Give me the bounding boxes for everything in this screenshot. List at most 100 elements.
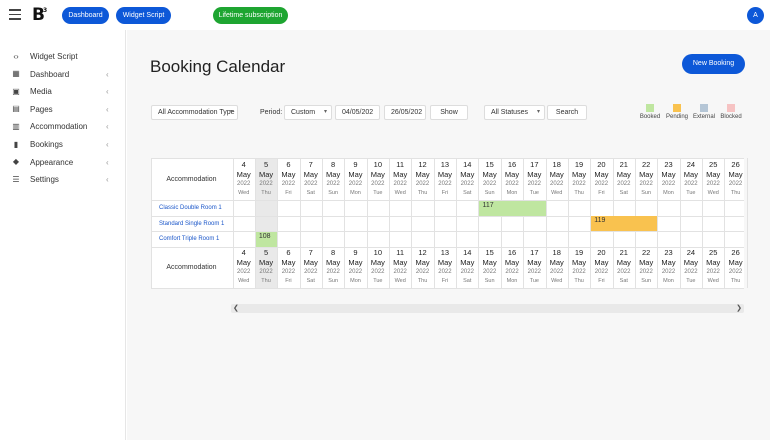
scroll-right-icon[interactable]: ❯ [736, 304, 742, 313]
sidebar-item-media[interactable]: ▣ Media ‹ [0, 83, 126, 100]
day-header-top: 25 May 2022 Wed [702, 160, 724, 198]
day-header-bottom: 11 May 2022 Wed [389, 248, 411, 286]
day-year: 2022 [304, 181, 318, 187]
day-header-top: 20 May 2022 Fri [590, 160, 612, 198]
day-number: 11 [396, 160, 405, 169]
day-number: 18 [552, 160, 561, 169]
scroll-left-icon[interactable]: ❮ [233, 304, 239, 313]
day-year: 2022 [326, 269, 340, 275]
chevron-left-icon: ‹ [106, 87, 109, 97]
date-to-input[interactable]: 26/05/202 [384, 105, 426, 120]
day-year: 2022 [460, 269, 474, 275]
sidebar-item-accommodation[interactable]: ▥ Accommodation ‹ [0, 118, 126, 135]
day-month: May [236, 258, 251, 267]
day-weekday: Tue [373, 190, 383, 196]
booking-block-119[interactable]: 119 [591, 216, 658, 231]
day-number: 19 [574, 160, 584, 169]
day-weekday: Thu [417, 190, 428, 196]
day-number: 13 [440, 248, 450, 257]
search-button[interactable]: Search [547, 105, 587, 120]
sidebar-item-pages[interactable]: ▤ Pages ‹ [0, 101, 126, 118]
day-header-top: 7 May 2022 Sat [300, 160, 322, 198]
sidebar-item-appearance[interactable]: ◆ Appearance ‹ [0, 154, 126, 171]
day-year: 2022 [281, 269, 296, 275]
day-number: 18 [552, 248, 561, 257]
day-weekday: Wed [707, 190, 719, 196]
day-month: May [482, 258, 497, 267]
day-weekday: Sat [463, 190, 472, 196]
day-number: 15 [485, 248, 494, 257]
room-name-link[interactable]: Standard Single Room 1 [159, 216, 224, 232]
date-from-input[interactable]: 04/05/202 [335, 105, 380, 120]
day-year: 2022 [415, 269, 430, 275]
day-number: 19 [574, 248, 584, 257]
hamburger-menu-icon[interactable] [9, 9, 21, 21]
chevron-left-icon: ‹ [106, 69, 109, 79]
user-avatar[interactable]: A [747, 7, 764, 24]
sidebar-item-bookings[interactable]: ▮ Bookings ‹ [0, 136, 126, 153]
day-month: May [683, 170, 698, 179]
day-header-bottom: 25 May 2022 Wed [702, 248, 724, 286]
room-name-link[interactable]: Classic Double Room 1 [159, 200, 222, 216]
day-weekday: Thu [730, 278, 741, 284]
day-weekday: Tue [529, 190, 539, 196]
day-number: 20 [597, 248, 606, 257]
day-header-bottom: 15 May 2022 Sun [478, 248, 500, 286]
day-month: May [549, 170, 564, 179]
widget-script-button[interactable]: Widget Script [116, 7, 171, 24]
day-month: May [236, 170, 251, 179]
day-year: 2022 [617, 181, 631, 187]
legend-swatch-booked [646, 104, 654, 112]
day-header-top: 23 May 2022 Mon [657, 160, 679, 198]
show-button[interactable]: Show [430, 105, 468, 120]
day-month: May [415, 170, 430, 179]
day-weekday: Thu [261, 278, 271, 284]
sidebar-item-label: Settings [30, 175, 59, 185]
new-booking-button[interactable]: New Booking [682, 54, 745, 74]
page-title: Booking Calendar [150, 57, 286, 76]
chevron-down-icon: ▾ [536, 109, 540, 115]
day-weekday: Mon [350, 278, 361, 284]
day-number: 13 [440, 160, 450, 169]
sidebar-item-label: Bookings [30, 140, 63, 149]
day-month: May [258, 258, 274, 267]
day-header-top: 10 May 2022 Tue [367, 160, 389, 198]
sidebar-item-widget-script[interactable]: ‹› Widget Script [0, 48, 126, 65]
sidebar-item-settings[interactable]: ☰ Settings ‹ [0, 171, 126, 188]
brand-logo[interactable]: B3 [32, 7, 48, 24]
day-weekday: Sun [328, 278, 339, 284]
day-header-top: 15 May 2022 Sun [478, 160, 500, 198]
day-number: 24 [686, 160, 696, 169]
top-bar: B3 Dashboard Widget Script Lifetime subs… [0, 0, 770, 30]
day-weekday: Sat [306, 278, 315, 284]
day-year: 2022 [237, 181, 251, 187]
accommodation-type-select[interactable]: All Accommodation Type ▾ [151, 105, 238, 120]
booking-block-117[interactable]: 117 [479, 200, 546, 216]
legend-swatch-external [700, 104, 708, 112]
status-select[interactable]: All Statuses ▾ [484, 105, 545, 120]
day-year: 2022 [393, 181, 407, 187]
period-select[interactable]: Custom ▾ [284, 105, 332, 120]
day-weekday: Mon [350, 190, 361, 196]
day-number: 4 [241, 160, 246, 169]
day-header-top: 14 May 2022 Sat [456, 160, 478, 198]
day-number: 24 [686, 248, 696, 257]
day-year: 2022 [259, 181, 273, 187]
day-header-bottom: 20 May 2022 Fri [590, 248, 612, 286]
day-year: 2022 [617, 269, 631, 275]
day-month: May [393, 258, 408, 267]
day-number: 12 [418, 160, 427, 169]
booking-block-108[interactable]: 108 [255, 231, 278, 247]
day-month: May [348, 258, 363, 267]
dashboard-button[interactable]: Dashboard [62, 7, 109, 24]
day-year: 2022 [728, 269, 743, 275]
day-month: May [594, 170, 609, 179]
horizontal-scrollbar[interactable]: ❮ ❯ [231, 304, 744, 313]
room-name-link[interactable]: Comfort Triple Room 1 [159, 231, 219, 247]
day-number: 8 [331, 160, 336, 169]
lifetime-subscription-button[interactable]: Lifetime subscription [213, 7, 288, 24]
day-year: 2022 [639, 269, 653, 275]
day-number: 21 [619, 160, 628, 169]
sidebar-item-dashboard[interactable]: ▦ Dashboard ‹ [0, 66, 126, 83]
day-year: 2022 [527, 269, 542, 275]
